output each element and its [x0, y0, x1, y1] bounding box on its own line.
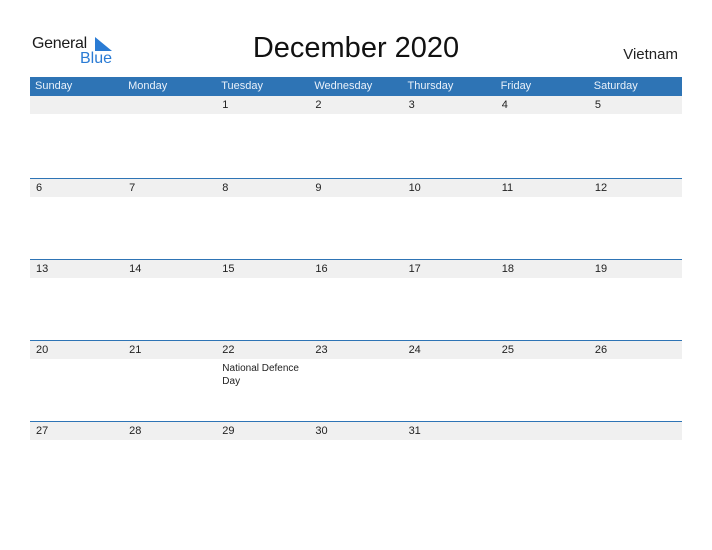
day-cell [496, 422, 589, 503]
day-number: 29 [222, 425, 235, 437]
day-cell: 14 [123, 260, 216, 341]
day-number: 17 [408, 263, 421, 275]
day-number: 14 [129, 263, 142, 275]
day-cell: 31 [403, 422, 496, 503]
week-row: 13 14 15 16 17 18 19 [30, 259, 682, 341]
weekday-tuesday: Tuesday [221, 80, 264, 92]
day-number: 24 [408, 344, 421, 356]
day-number: 5 [594, 99, 601, 111]
day-number: 11 [501, 182, 514, 194]
day-number: 10 [408, 182, 421, 194]
day-number: 16 [315, 263, 328, 275]
day-number: 18 [501, 263, 514, 275]
day-cell: 17 [403, 260, 496, 341]
day-number: 12 [594, 182, 608, 194]
day-number: 28 [129, 425, 142, 437]
day-number: 4 [501, 99, 508, 111]
day-number: 31 [408, 425, 421, 437]
country-label: Vietnam [623, 46, 678, 63]
day-cell: 8 [216, 179, 309, 260]
day-cell: 18 [496, 260, 589, 341]
day-cell: 15 [216, 260, 309, 341]
day-cell: 7 [123, 179, 216, 260]
calendar-title: December 2020 [252, 32, 460, 64]
day-cell: 2 [309, 96, 402, 177]
day-number: 30 [315, 425, 328, 437]
day-cell: 25 [496, 341, 589, 422]
weekday-sunday: Sunday [35, 80, 73, 92]
day-cell: 21 [123, 341, 216, 422]
weekday-friday: Friday [500, 80, 532, 92]
day-number: 27 [36, 425, 49, 437]
day-number: 21 [129, 344, 142, 356]
week-row: 1 2 3 4 5 [30, 96, 682, 177]
day-cell: 11 [496, 179, 589, 260]
week-row: 6 7 8 9 10 11 12 [30, 178, 682, 260]
day-number: 20 [36, 344, 49, 356]
day-number: 7 [129, 182, 136, 194]
day-cell: 28 [123, 422, 216, 503]
day-number: 1 [222, 99, 229, 111]
day-cell: 6 [30, 179, 123, 260]
day-cell: 24 [403, 341, 496, 422]
day-cell: 22 National Defence Day [216, 341, 309, 422]
day-cell [30, 96, 123, 177]
day-number: 19 [594, 263, 608, 275]
weekday-header: Sunday Monday Tuesday Wednesday Thursday… [30, 77, 682, 96]
day-number: 2 [315, 99, 322, 111]
day-number: 26 [594, 344, 608, 356]
day-number: 9 [315, 182, 322, 194]
day-cell: 1 [216, 96, 309, 177]
weekday-thursday: Thursday [407, 80, 454, 92]
day-cell: 16 [309, 260, 402, 341]
week-row: 20 21 22 National Defence Day 23 24 25 26 [30, 340, 682, 422]
day-cell: 20 [30, 341, 123, 422]
day-number: 8 [222, 182, 229, 194]
day-number: 23 [315, 344, 328, 356]
day-cell: 29 [216, 422, 309, 503]
day-cell: 10 [403, 179, 496, 260]
weekday-wednesday: Wednesday [314, 80, 373, 92]
day-cell: 26 [589, 341, 682, 422]
day-number: 25 [501, 344, 514, 356]
day-number: 3 [408, 99, 415, 111]
day-number: 15 [222, 263, 235, 275]
day-cell: 13 [30, 260, 123, 341]
day-cell: 23 [309, 341, 402, 422]
day-cell: 27 [30, 422, 123, 503]
day-number: 6 [36, 182, 43, 194]
day-number: 13 [36, 263, 49, 275]
day-cell [589, 422, 682, 503]
day-cell: 30 [309, 422, 402, 503]
day-cell [123, 96, 216, 177]
day-cell: 5 [589, 96, 682, 177]
week-row: 27 28 29 30 31 [30, 421, 682, 503]
day-cell: 12 [589, 179, 682, 260]
holiday-label: National Defence Day [222, 363, 299, 387]
day-cell: 3 [403, 96, 496, 177]
weekday-monday: Monday [128, 80, 168, 92]
day-number: 22 [222, 344, 235, 356]
day-cell: 19 [589, 260, 682, 341]
day-cell: 9 [309, 179, 402, 260]
day-cell: 4 [496, 96, 589, 177]
weekday-saturday: Saturday [593, 80, 638, 92]
